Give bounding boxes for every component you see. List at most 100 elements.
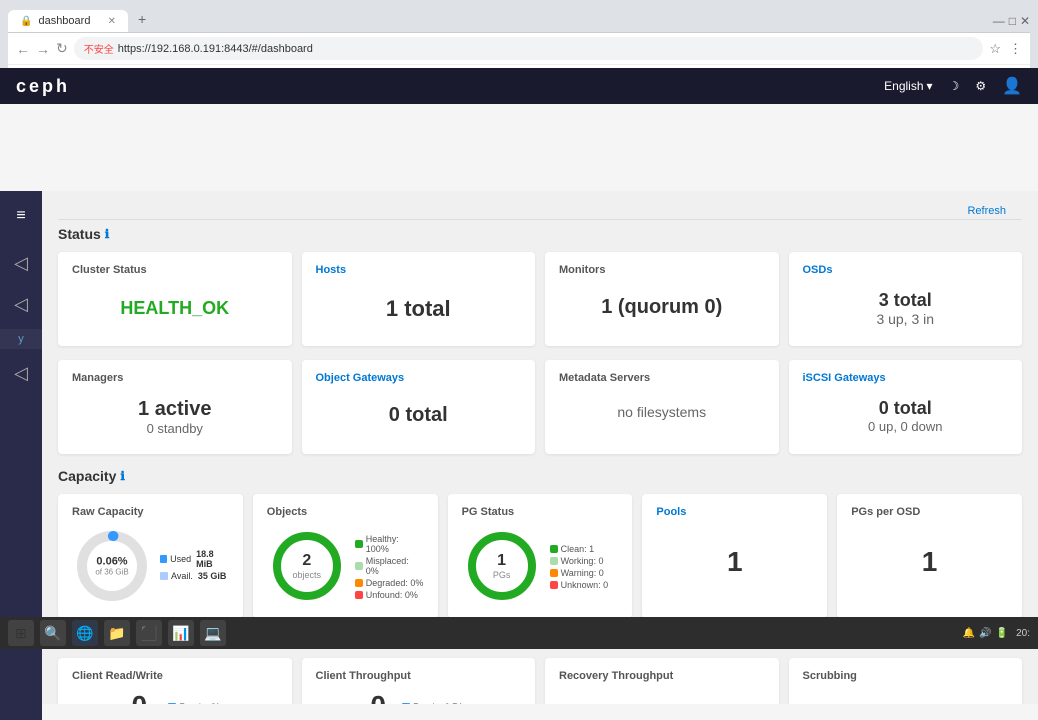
- status-row-1: Cluster Status HEALTH_OK Hosts 1 total M…: [58, 252, 1022, 346]
- metadata-servers-title: Metadata Servers: [559, 372, 765, 384]
- clean-label: Clean: 1: [561, 544, 595, 554]
- misplaced-label: Misplaced: 0%: [366, 556, 424, 576]
- theme-icon[interactable]: ☽: [949, 79, 960, 93]
- tp-reads-dot: [402, 703, 410, 704]
- objects-misplaced: Misplaced: 0%: [355, 556, 424, 576]
- recovery-value: 0 B/s: [559, 690, 765, 704]
- throughput-value-wrap: 0 B/s: [370, 690, 386, 704]
- star-icon[interactable]: ☆: [989, 41, 1001, 57]
- pg-status-body: 1 PGs Clean: 1 Working: 0: [462, 526, 619, 606]
- hosts-card: Hosts 1 total: [302, 252, 536, 346]
- taskbar-files[interactable]: 📁: [104, 620, 130, 646]
- sidebar-nav-3[interactable]: ◁: [8, 357, 34, 390]
- unfound-dot: [355, 591, 363, 599]
- iscsi-line2: 0 up, 0 down: [803, 419, 1009, 434]
- degraded-label: Degraded: 0%: [366, 578, 424, 588]
- menu-icon[interactable]: ⋮: [1009, 41, 1022, 57]
- raw-cap-of: of 36 GiB: [95, 568, 128, 577]
- pgs-per-osd-value: 1: [851, 526, 1008, 598]
- top-nav-right: English ▾ ☽ ⚙ 👤: [884, 76, 1022, 96]
- pools-value: 1: [656, 526, 813, 598]
- volume-icon[interactable]: 🔊: [979, 628, 991, 639]
- tp-reads-label: Reads:: [413, 702, 442, 704]
- back-button[interactable]: ←: [16, 41, 30, 57]
- user-icon[interactable]: 👤: [1002, 76, 1022, 96]
- managers-standby: 0 standby: [72, 421, 278, 436]
- raw-cap-used-label: Used: [170, 554, 191, 564]
- reload-button[interactable]: ↻: [56, 40, 68, 57]
- settings-icon[interactable]: ⚙: [975, 79, 986, 93]
- pgs-per-osd-title: PGs per OSD: [851, 506, 1008, 518]
- pg-status-card: PG Status 1 PGs Clean: [448, 494, 633, 618]
- network-icon[interactable]: 🔔: [963, 628, 975, 639]
- taskbar-cortana[interactable]: 🔍: [40, 620, 66, 646]
- new-tab-button[interactable]: +: [130, 6, 154, 32]
- warning-label: Warning: 0: [561, 568, 604, 578]
- warning-dot: [550, 569, 558, 577]
- refresh-button[interactable]: Refresh: [967, 205, 1006, 217]
- url-text: https://192.168.0.191:8443/#/dashboard: [118, 43, 313, 55]
- throughput-legend: Reads: 0 B/s Writes: 0 B/s: [402, 702, 466, 704]
- status-info-icon[interactable]: ℹ: [105, 227, 110, 241]
- taskbar-chrome[interactable]: 🌐: [72, 620, 98, 646]
- url-bar[interactable]: 不安全 https://192.168.0.191:8443/#/dashboa…: [74, 37, 984, 60]
- maximize-button[interactable]: □: [1009, 14, 1016, 28]
- hosts-title: Hosts: [316, 264, 522, 276]
- tab-close-button[interactable]: ✕: [108, 16, 116, 27]
- raw-cap-avail-label: Avail.: [171, 571, 193, 581]
- pg-clean: Clean: 1: [550, 544, 609, 554]
- pgs-per-osd-card: PGs per OSD 1: [837, 494, 1022, 618]
- osds-values: 3 total 3 up, 3 in: [803, 284, 1009, 333]
- sidebar-item-dashboard[interactable]: y: [0, 329, 42, 349]
- taskbar-right: 🔔 🔊 🔋 20:: [963, 628, 1030, 639]
- tab-title: dashboard: [38, 15, 90, 27]
- sidebar-nav-1[interactable]: ◁: [8, 247, 34, 280]
- raw-capacity-legend: Used 18.8 MiB Avail. 35 GiB: [160, 549, 229, 583]
- pg-working: Working: 0: [550, 556, 609, 566]
- taskbar-more[interactable]: 💻: [200, 620, 226, 646]
- object-gateways-title: Object Gateways: [316, 372, 522, 384]
- objects-legend: Healthy: 100% Misplaced: 0% Degraded: 0%: [355, 534, 424, 602]
- capacity-info-icon[interactable]: ℹ: [120, 469, 125, 483]
- hosts-value: 1 total: [316, 284, 522, 334]
- client-throughput-body: 0 B/s Reads: 0 B/s Writes: 0 B/s: [316, 690, 522, 704]
- pg-unit: PGs: [493, 570, 511, 580]
- unknown-label: Unknown: 0: [561, 580, 609, 590]
- sidebar-nav-2[interactable]: ◁: [8, 288, 34, 321]
- objects-body: 2 objects Healthy: 100% Misplaced: 0%: [267, 526, 424, 606]
- security-warning: 不安全: [84, 41, 114, 56]
- raw-cap-pct: 0.06%: [95, 556, 128, 568]
- monitors-card: Monitors 1 (quorum 0): [545, 252, 779, 346]
- language-selector[interactable]: English ▾: [884, 79, 932, 93]
- browser-address-bar: ← → ↻ 不安全 https://192.168.0.191:8443/#/d…: [8, 32, 1030, 64]
- recovery-throughput-card: Recovery Throughput 0 B/s: [545, 658, 779, 704]
- client-readwrite-iops: 0 IOPS: [126, 690, 152, 704]
- capacity-label: Capacity: [58, 468, 116, 484]
- taskbar-time: 20:: [1016, 628, 1030, 639]
- window-controls: — □ ✕: [993, 14, 1030, 32]
- objects-value: 2: [293, 552, 322, 570]
- cluster-status-title: Cluster Status: [72, 264, 278, 276]
- close-window-button[interactable]: ✕: [1020, 14, 1030, 28]
- taskbar-terminal[interactable]: ⬛: [136, 620, 162, 646]
- clean-dot: [550, 545, 558, 553]
- tp-reads-item: Reads: 0 B/s: [402, 702, 466, 704]
- active-tab[interactable]: 🔒 dashboard ✕: [8, 10, 128, 32]
- misplaced-dot: [355, 562, 363, 570]
- tp-reads-value: 0 B/s: [445, 702, 467, 704]
- minimize-button[interactable]: —: [993, 14, 1005, 28]
- osds-card: OSDs 3 total 3 up, 3 in: [789, 252, 1023, 346]
- iscsi-gateways-card: iSCSI Gateways 0 total 0 up, 0 down: [789, 360, 1023, 454]
- cluster-status-card: Cluster Status HEALTH_OK: [58, 252, 292, 346]
- pg-unknown: Unknown: 0: [550, 580, 609, 590]
- pools-title: Pools: [656, 506, 813, 518]
- forward-button[interactable]: →: [36, 41, 50, 57]
- sidebar-toggle[interactable]: ≡: [10, 201, 31, 231]
- taskbar-start[interactable]: ⊞: [8, 620, 34, 646]
- taskbar-apps[interactable]: 📊: [168, 620, 194, 646]
- objects-healthy: Healthy: 100%: [355, 534, 424, 554]
- managers-values: 1 active 0 standby: [72, 392, 278, 442]
- battery-icon[interactable]: 🔋: [996, 628, 1008, 639]
- readwrite-legend: Reads: 0/s Writes: 0/s: [168, 702, 223, 704]
- tab-favicon: 🔒: [20, 16, 32, 27]
